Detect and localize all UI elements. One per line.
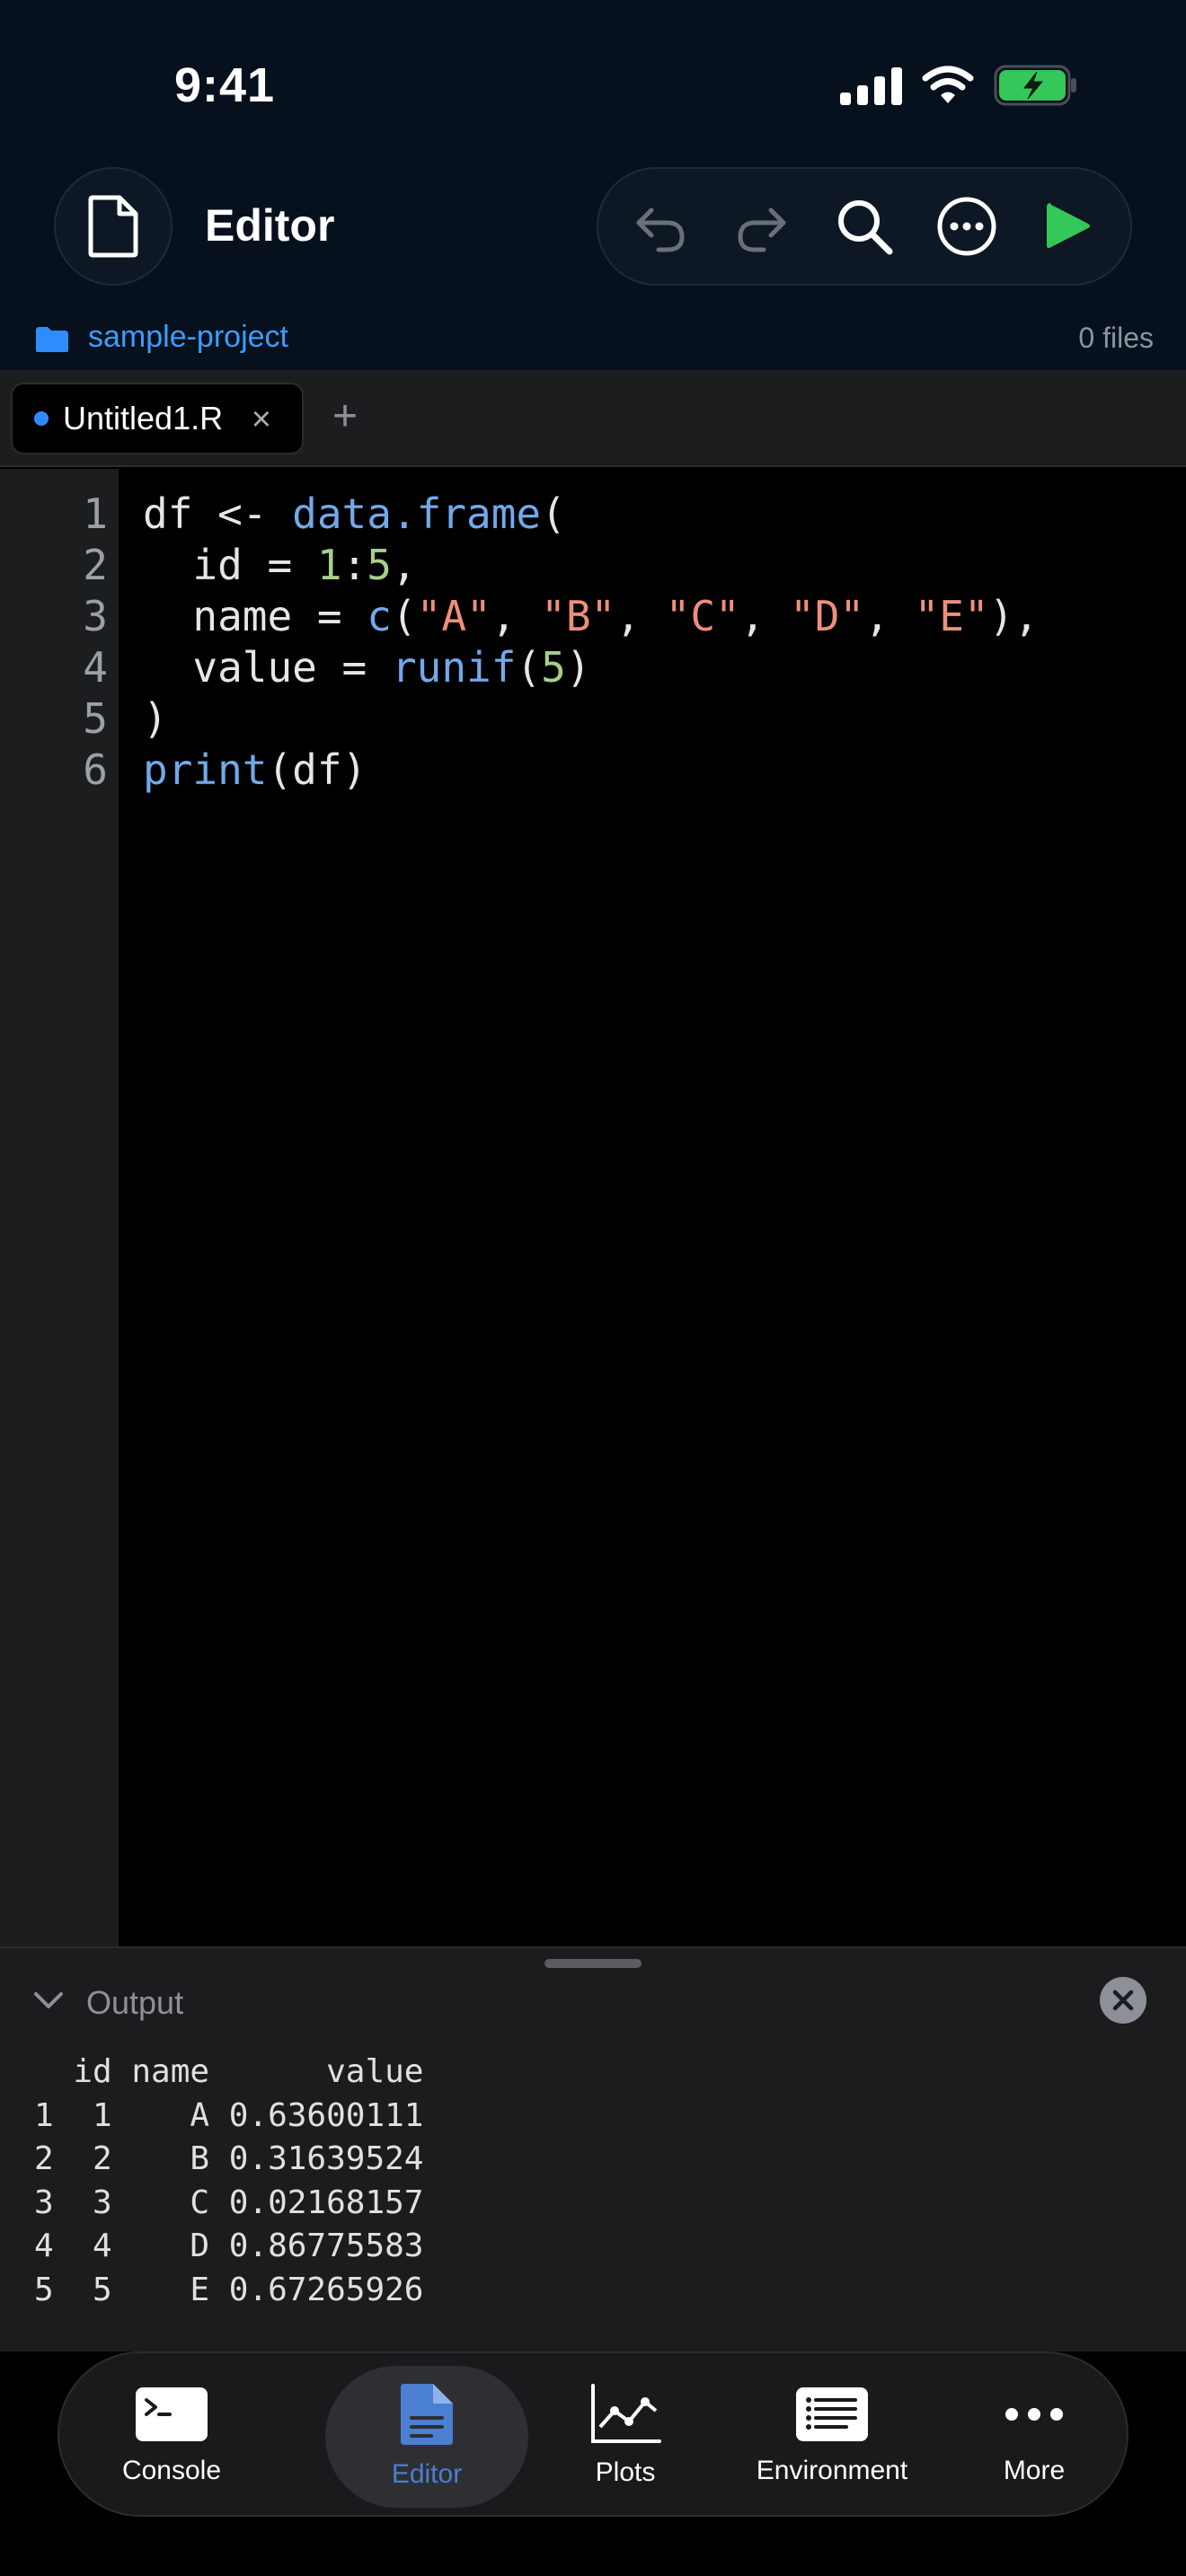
line-numbers: 123456 [0, 489, 108, 796]
undo-button[interactable] [615, 181, 705, 271]
bottom-nav: Console Editor Plots Environment More [58, 2351, 1128, 2517]
chevron-down-icon[interactable] [32, 1984, 65, 2016]
code-token: "E" [914, 592, 989, 640]
nav-plots-label: Plots [595, 2457, 656, 2487]
close-output-button[interactable] [1100, 1977, 1146, 2024]
code-token: : [341, 541, 367, 589]
nav-editor-label: Editor [391, 2459, 463, 2489]
code-token: 1 [316, 541, 342, 589]
code-token: , [739, 592, 791, 640]
code-token: ( [541, 490, 566, 538]
resize-handle[interactable] [544, 1959, 642, 1968]
unsaved-dot-icon [34, 411, 49, 426]
code-token: print [143, 745, 268, 794]
project-name-link[interactable]: sample-project [88, 320, 288, 355]
close-icon [1112, 1989, 1134, 2011]
tab-close-icon[interactable]: × [252, 401, 271, 439]
code-token: , [491, 592, 542, 640]
run-button[interactable] [1023, 181, 1113, 271]
play-icon [1047, 203, 1091, 249]
add-tab-button[interactable]: + [332, 392, 358, 441]
nav-console[interactable]: Console [113, 2353, 230, 2519]
battery-charging-icon [994, 65, 1076, 106]
code-token: runif [391, 643, 517, 692]
file-count: 0 files [1078, 322, 1154, 354]
line-number: 1 [83, 490, 108, 538]
terminal-icon [136, 2387, 208, 2441]
code-token: id = [143, 541, 317, 589]
folder-icon [36, 327, 68, 352]
search-icon [837, 200, 893, 255]
tab-bar: Untitled1.R × + [0, 370, 1186, 467]
wifi-icon [922, 66, 974, 103]
code-token: "D" [790, 592, 865, 640]
code-line[interactable]: name = c("A", "B", "C", "D", "E"), [143, 591, 1039, 642]
line-number-gutter: 123456 [0, 469, 119, 1946]
code-token: , [615, 592, 666, 640]
code-token: "B" [541, 592, 616, 640]
line-number: 3 [83, 592, 108, 640]
page-title: Editor [205, 200, 335, 251]
code-token: "C" [665, 592, 740, 640]
top-bar: 9:41 Editor sample-project 0 files [0, 0, 1186, 370]
line-chart-icon [591, 2384, 661, 2443]
nav-more[interactable]: More [967, 2353, 1102, 2519]
tab-untitled1[interactable]: Untitled1.R × [11, 383, 304, 454]
code-content[interactable]: df <- data.frame( id = 1:5, name = c("A"… [143, 489, 1039, 796]
code-line[interactable]: ) [143, 693, 1039, 745]
cellular-signal-icon [840, 66, 902, 105]
code-line[interactable]: id = 1:5, [143, 540, 1039, 591]
redo-icon [738, 207, 786, 252]
output-title: Output [86, 1984, 184, 2021]
code-token: 5 [541, 643, 566, 692]
bottom-bar: Console Editor Plots Environment More [0, 2351, 1186, 2576]
code-token: value = [143, 643, 392, 692]
editor-toolbar [597, 167, 1132, 286]
code-line[interactable]: df <- data.frame( [143, 489, 1039, 540]
more-options-button[interactable] [922, 181, 1012, 271]
nav-console-label: Console [121, 2456, 222, 2485]
document-icon [401, 2384, 453, 2445]
code-token: 5 [367, 541, 392, 589]
line-number: 4 [83, 643, 108, 692]
code-token: c [367, 592, 392, 640]
code-token: name = [143, 592, 367, 640]
code-line[interactable]: print(df) [143, 745, 1039, 796]
redo-button[interactable] [717, 181, 807, 271]
code-token: df <- [143, 490, 293, 538]
nav-plots[interactable]: Plots [527, 2353, 724, 2519]
code-token: , [391, 541, 417, 589]
code-token: data.frame [292, 490, 542, 538]
nav-environment-label: Environment [756, 2456, 908, 2485]
status-time: 9:41 [174, 58, 276, 112]
code-token: ) [143, 694, 168, 743]
nav-more-label: More [1003, 2456, 1066, 2485]
ellipsis-icon [1005, 2408, 1063, 2421]
list-icon [796, 2387, 868, 2441]
line-number: 2 [83, 541, 108, 589]
document-button[interactable] [54, 167, 173, 286]
ellipsis-circle-icon [937, 197, 996, 256]
nav-environment[interactable]: Environment [706, 2353, 958, 2519]
undo-icon [636, 207, 685, 252]
code-token: ( [391, 592, 417, 640]
code-token: ( [516, 643, 542, 692]
code-line[interactable]: value = runif(5) [143, 642, 1039, 693]
code-token: , [864, 592, 915, 640]
code-token: ) [565, 643, 591, 692]
document-icon [88, 195, 138, 258]
code-token: (df) [267, 745, 367, 794]
line-number: 5 [83, 694, 108, 743]
output-panel: Output id name value 1 1 A 0.63600111 2 … [0, 1946, 1186, 2351]
status-icons [840, 65, 1078, 106]
line-number: 6 [83, 745, 108, 794]
code-token: "A" [416, 592, 491, 640]
nav-editor[interactable]: Editor [325, 2353, 528, 2519]
search-button[interactable] [819, 181, 909, 271]
tab-label: Untitled1.R [63, 400, 224, 437]
output-text: id name value 1 1 A 0.63600111 2 2 B 0.3… [34, 2053, 424, 2308]
code-token: ), [988, 592, 1040, 640]
